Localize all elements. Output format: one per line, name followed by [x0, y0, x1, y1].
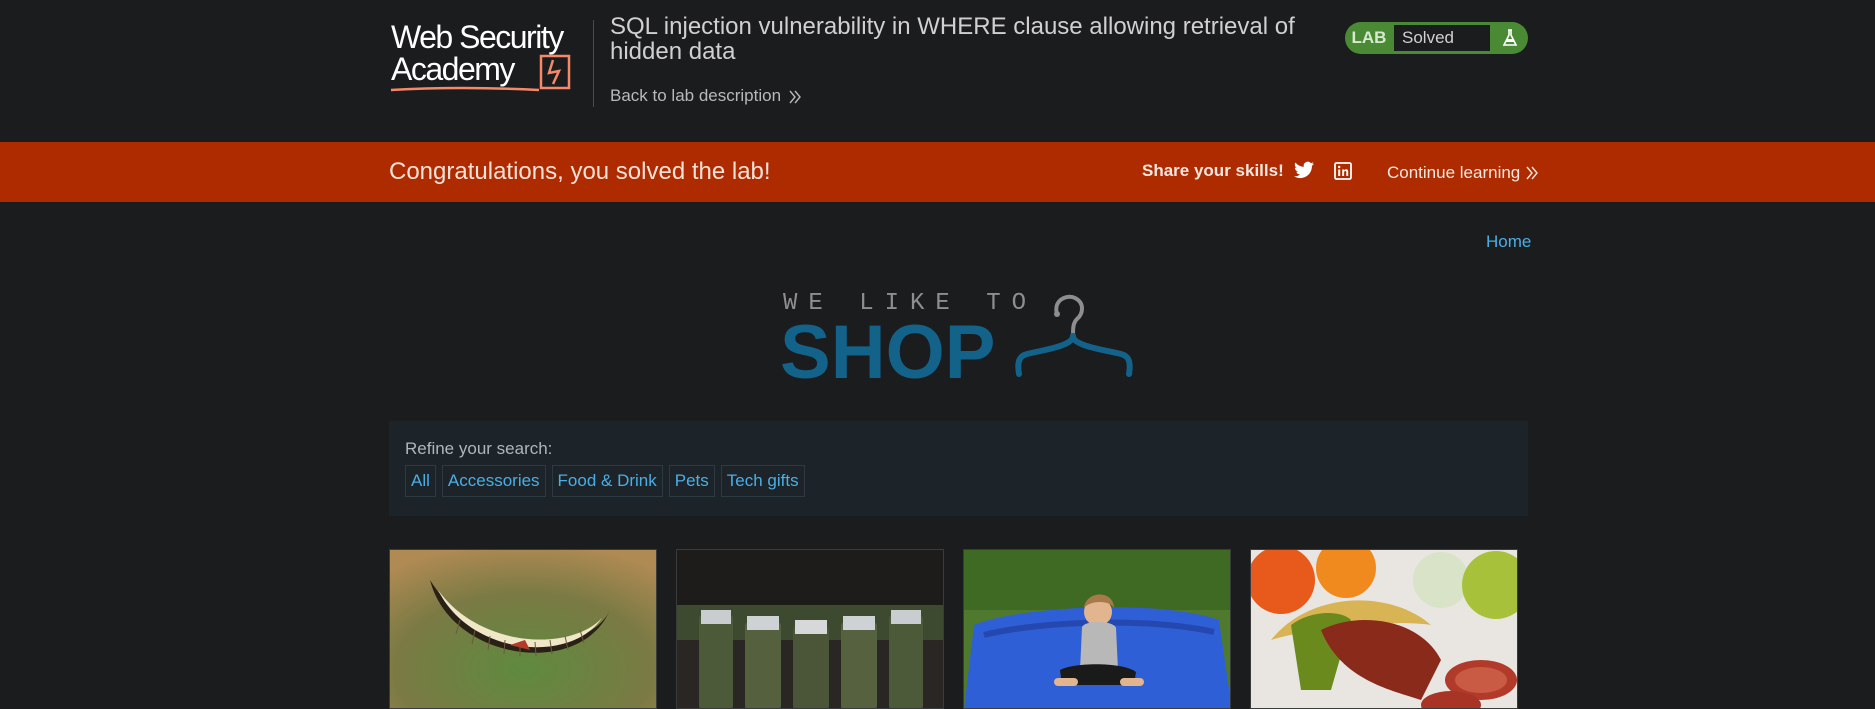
- twitter-icon[interactable]: [1294, 161, 1314, 179]
- cheshire-grin-image: [390, 550, 656, 708]
- we-like-to-shop-logo[interactable]: WE LIKE TO SHOP: [780, 290, 1135, 395]
- continue-learning-label: Continue learning: [1387, 163, 1521, 182]
- category-tech-gifts[interactable]: Tech gifts: [720, 465, 805, 497]
- double-chevron-right-icon: [789, 90, 801, 103]
- product-card[interactable]: [963, 549, 1231, 709]
- lab-badge-label: LAB: [1351, 28, 1387, 47]
- category-food-drink[interactable]: Food & Drink: [551, 465, 663, 497]
- solved-banner: Congratulations, you solved the lab! Sha…: [0, 142, 1875, 202]
- double-chevron-right-icon: [1526, 166, 1539, 180]
- header-divider: [593, 20, 594, 107]
- product-card[interactable]: [1250, 549, 1518, 709]
- product-card[interactable]: [389, 549, 657, 709]
- category-filters: All Accessories Food & Drink Pets Tech g…: [405, 465, 1512, 497]
- shop-logo-word: SHOP: [780, 310, 996, 395]
- home-link[interactable]: Home: [1486, 232, 1531, 252]
- lab-title: SQL injection vulnerability in WHERE cla…: [610, 13, 1295, 65]
- linkedin-icon[interactable]: [1334, 162, 1352, 180]
- continue-learning-link[interactable]: Continue learning: [1387, 163, 1539, 183]
- flask-icon: [1491, 22, 1528, 54]
- congratulations-message: Congratulations, you solved the lab!: [389, 158, 771, 185]
- product-grid: [389, 549, 1518, 709]
- category-all[interactable]: All: [405, 465, 436, 497]
- back-to-lab-description-link[interactable]: Back to lab description: [610, 86, 801, 106]
- lab-status-value: Solved: [1393, 24, 1491, 52]
- category-accessories[interactable]: Accessories: [441, 465, 546, 497]
- product-card[interactable]: [676, 549, 944, 709]
- sausage-fruit-image: [1251, 550, 1517, 708]
- refine-search-panel: Refine your search: All Accessories Food…: [389, 421, 1528, 516]
- logo-line1: Web Security: [391, 20, 564, 55]
- blue-beanbag-image: [964, 550, 1230, 708]
- beer-belt-image: [677, 550, 943, 708]
- web-security-academy-logo[interactable]: Web Security Academy: [389, 20, 589, 94]
- category-pets[interactable]: Pets: [668, 465, 715, 497]
- logo-line2: Academy: [391, 51, 515, 87]
- hanger-icon: [1015, 294, 1133, 377]
- lab-header: Web Security Academy SQL injection vulne…: [0, 0, 1875, 142]
- refine-search-label: Refine your search:: [405, 439, 553, 458]
- back-link-label: Back to lab description: [610, 86, 782, 105]
- lab-status-badge: LAB Solved: [1345, 22, 1528, 54]
- share-skills-label: Share your skills!: [1142, 161, 1284, 180]
